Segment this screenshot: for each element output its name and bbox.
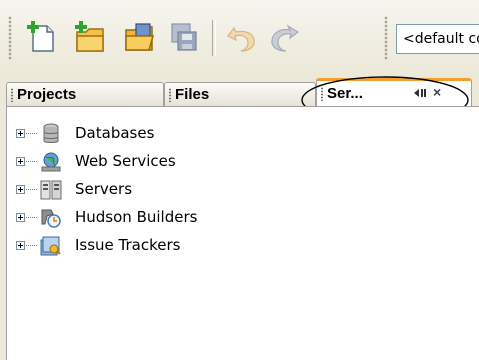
tree-connector bbox=[26, 161, 38, 162]
save-all-button[interactable] bbox=[166, 20, 202, 56]
tree-connector bbox=[26, 189, 38, 190]
new-project-button[interactable] bbox=[72, 20, 108, 56]
new-file-icon bbox=[27, 21, 54, 52]
tree-node-label: Hudson Builders bbox=[75, 208, 198, 226]
tab-grip bbox=[321, 87, 323, 101]
expand-toggle[interactable] bbox=[16, 157, 25, 166]
undo-icon bbox=[227, 26, 255, 52]
tree-node-label: Web Services bbox=[75, 152, 176, 170]
tree-node-label: Servers bbox=[75, 180, 133, 198]
redo-button[interactable] bbox=[266, 20, 302, 56]
tree-node-hudson-builders[interactable]: Hudson Builders bbox=[7, 205, 477, 231]
tree-connector bbox=[26, 133, 38, 134]
save-all-icon bbox=[171, 23, 197, 51]
tab-label: Files bbox=[175, 86, 210, 103]
database-icon bbox=[39, 122, 63, 146]
tree-node-servers[interactable]: Servers bbox=[7, 177, 477, 203]
toolbar-grip[interactable] bbox=[8, 16, 12, 60]
minimize-window-icon[interactable] bbox=[413, 86, 427, 100]
tab-label: Projects bbox=[17, 86, 77, 103]
tree-node-label: Issue Trackers bbox=[75, 236, 181, 254]
redo-icon bbox=[271, 24, 300, 52]
undo-button[interactable] bbox=[224, 20, 260, 56]
tab-grip bbox=[11, 88, 13, 102]
expand-toggle[interactable] bbox=[16, 241, 25, 250]
tab-files[interactable]: Files bbox=[164, 82, 316, 106]
tree-node-label: Databases bbox=[75, 124, 155, 142]
tab-services[interactable]: Ser... × bbox=[316, 78, 472, 106]
tab-grip bbox=[169, 88, 171, 102]
open-project-icon bbox=[125, 23, 154, 51]
hudson-icon bbox=[39, 206, 63, 230]
tree-node-issue-trackers[interactable]: Issue Trackers bbox=[7, 233, 477, 259]
servers-icon bbox=[39, 178, 63, 202]
tree-node-databases[interactable]: Databases bbox=[7, 121, 477, 147]
new-project-icon bbox=[75, 21, 104, 52]
configuration-select[interactable]: <default config> bbox=[396, 24, 479, 54]
toolbar-separator bbox=[212, 20, 216, 56]
open-project-button[interactable] bbox=[122, 20, 158, 56]
toolbar-grip[interactable] bbox=[384, 16, 388, 60]
expand-toggle[interactable] bbox=[16, 213, 25, 222]
expand-toggle[interactable] bbox=[16, 129, 25, 138]
expand-toggle[interactable] bbox=[16, 185, 25, 194]
tab-label: Ser... bbox=[327, 85, 363, 102]
web-services-icon bbox=[39, 150, 63, 174]
explorer-tab-row: Projects Files Ser... × bbox=[0, 78, 479, 106]
tree-node-web-services[interactable]: Web Services bbox=[7, 149, 477, 175]
new-file-button[interactable] bbox=[24, 20, 60, 56]
services-tree-panel: Databases Web Services Servers Hudson Bu… bbox=[6, 106, 479, 360]
issue-tracker-icon bbox=[39, 234, 63, 258]
tree-connector bbox=[26, 217, 38, 218]
close-icon[interactable]: × bbox=[433, 84, 441, 100]
main-toolbar: <default config> bbox=[0, 0, 479, 74]
tab-projects[interactable]: Projects bbox=[6, 82, 164, 106]
tree-connector bbox=[26, 245, 38, 246]
